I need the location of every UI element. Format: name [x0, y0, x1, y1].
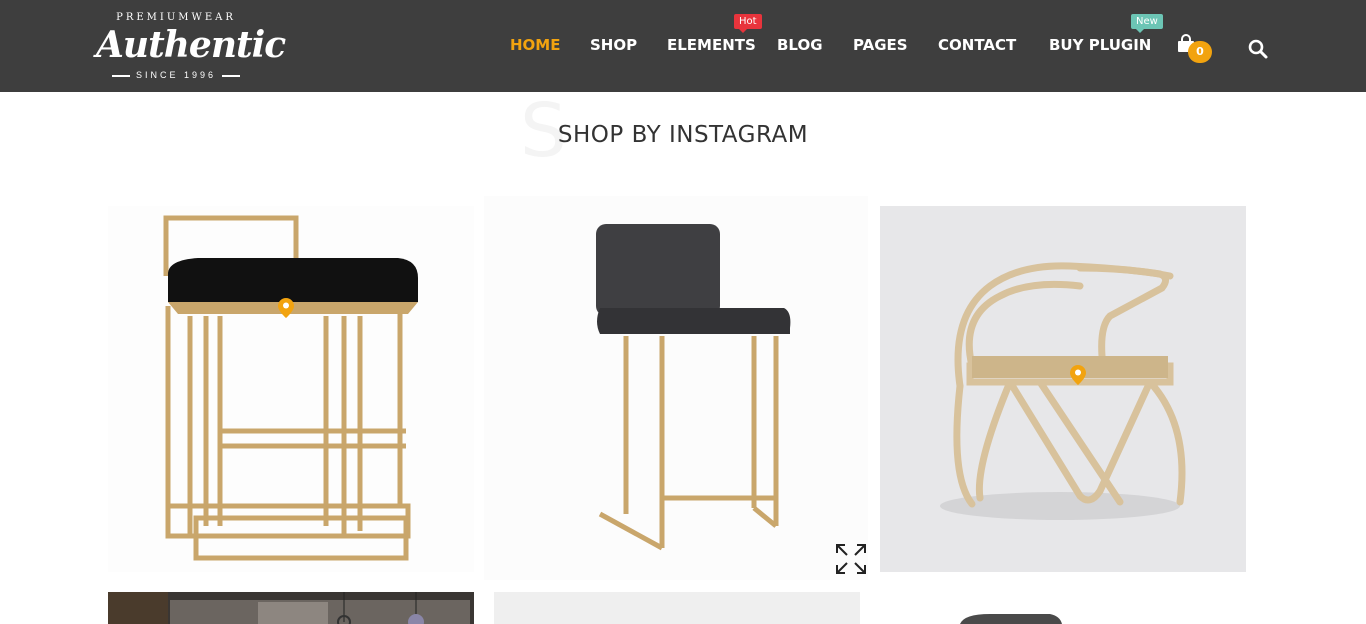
nav-buy-plugin[interactable]: BUY PLUGIN — [1049, 36, 1151, 56]
black-stool-image — [163, 215, 418, 561]
nav-shop[interactable]: SHOP — [590, 36, 637, 56]
new-badge: New — [1131, 14, 1163, 33]
product-pin-icon[interactable] — [1070, 365, 1086, 385]
instagram-tile-light-grey[interactable] — [494, 592, 860, 624]
logo-main-text: Authentic — [96, 24, 286, 66]
product-pin-icon[interactable] — [278, 298, 294, 318]
instagram-tile-grey-stool[interactable] — [484, 196, 868, 580]
site-logo[interactable]: PREMIUMWEAR Authentic SINCE 1996 — [96, 8, 286, 86]
hot-badge: Hot — [734, 14, 762, 33]
logo-bottom-text: SINCE 1996 — [96, 70, 256, 80]
instagram-tile-black-stool[interactable] — [108, 206, 474, 572]
interior-image — [108, 592, 470, 624]
section-title: SHOP BY INSTAGRAM — [557, 122, 809, 148]
rattan-chair-image — [940, 262, 1186, 520]
nav-blog[interactable]: BLOG — [777, 36, 823, 56]
cart-count-badge[interactable]: 0 — [1188, 41, 1212, 63]
grey-stool-image — [596, 224, 791, 551]
expand-icon[interactable] — [835, 543, 867, 575]
dark-seat-image — [960, 614, 1062, 624]
instagram-tile-dark-seat[interactable] — [880, 592, 1246, 624]
nav-pages[interactable]: PAGES — [853, 36, 908, 56]
logo-top-text: PREMIUMWEAR — [116, 12, 236, 23]
instagram-tile-interior[interactable] — [108, 592, 474, 624]
site-header: PREMIUMWEAR Authentic SINCE 1996 HOME SH… — [0, 0, 1366, 92]
search-icon[interactable] — [1247, 38, 1269, 60]
instagram-tile-rattan-chair[interactable] — [880, 206, 1246, 572]
nav-home[interactable]: HOME — [510, 36, 560, 56]
nav-contact[interactable]: CONTACT — [938, 36, 1016, 56]
nav-elements[interactable]: ELEMENTS — [667, 36, 756, 56]
